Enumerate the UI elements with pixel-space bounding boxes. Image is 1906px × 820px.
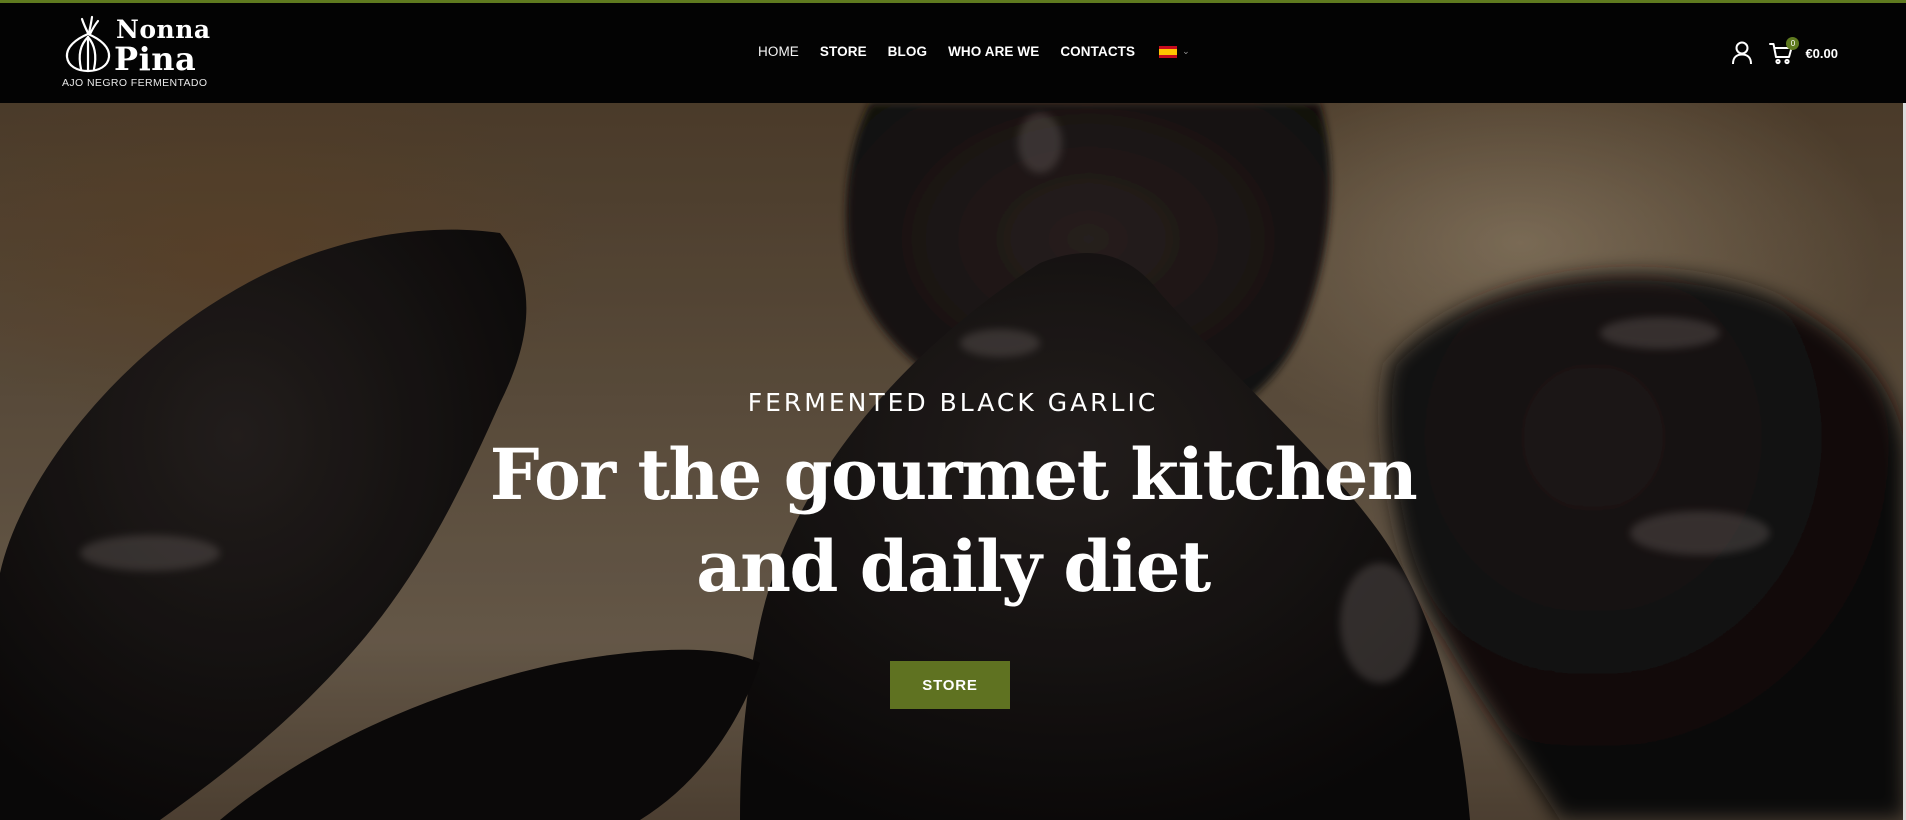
logo-line-2: Pina [114, 40, 197, 78]
main-navigation: HOME STORE BLOG WHO ARE WE CONTACTS ⌄ [758, 44, 1190, 59]
cart-count-badge: 0 [1786, 37, 1800, 50]
hero-store-button[interactable]: STORE [890, 661, 1010, 709]
nav-item-store[interactable]: STORE [820, 44, 867, 59]
logo-tagline: AJO NEGRO FERMENTADO [62, 77, 208, 89]
site-logo[interactable]: Nonna Pina AJO NEGRO FERMENTADO [62, 15, 212, 93]
account-button[interactable] [1731, 41, 1755, 65]
nav-item-who-are-we[interactable]: WHO ARE WE [948, 44, 1039, 59]
site-header: Nonna Pina AJO NEGRO FERMENTADO HOME STO… [0, 3, 1906, 103]
hero-headline: For the gourmet kitchen and daily diet [0, 429, 1906, 613]
logo-line-1: Nonna [116, 15, 211, 44]
hero-headline-line-1: For the gourmet kitchen [489, 433, 1418, 516]
chevron-down-icon: ⌄ [1182, 46, 1190, 56]
nav-item-home[interactable]: HOME [758, 44, 799, 59]
page: Nonna Pina AJO NEGRO FERMENTADO HOME STO… [0, 0, 1906, 820]
hero-banner: FERMENTED BLACK GARLIC For the gourmet k… [0, 103, 1906, 820]
nav-item-blog[interactable]: BLOG [888, 44, 927, 59]
spain-flag-icon [1159, 45, 1178, 58]
header-actions: 0 €0.00 [1731, 37, 1838, 65]
user-icon [1732, 41, 1753, 65]
language-switcher[interactable]: ⌄ [1159, 45, 1190, 58]
cart-button[interactable]: 0 [1769, 37, 1800, 65]
hero-eyebrow: FERMENTED BLACK GARLIC [747, 388, 1159, 417]
hero-headline-line-2: and daily diet [696, 525, 1211, 608]
garlic-icon [65, 15, 111, 73]
cart-total[interactable]: €0.00 [1805, 46, 1838, 61]
nav-item-contacts[interactable]: CONTACTS [1060, 44, 1135, 59]
